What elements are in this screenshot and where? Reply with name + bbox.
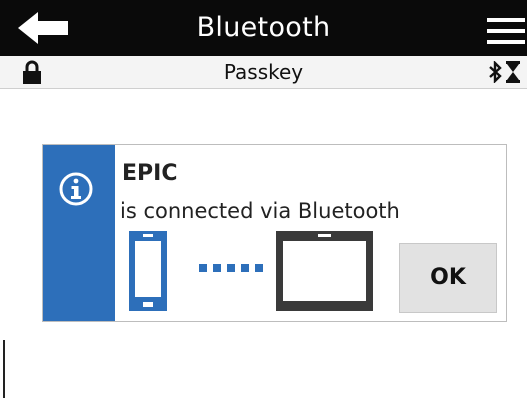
page-title: Bluetooth bbox=[196, 12, 331, 43]
left-edge-line bbox=[3, 340, 5, 398]
handheld-device-icon bbox=[129, 231, 167, 311]
connection-dots-icon bbox=[199, 264, 263, 272]
display-device-icon bbox=[276, 231, 373, 311]
connection-info-dialog: EPIC is connected via Bluetooth OK bbox=[42, 144, 507, 322]
hamburger-menu-icon[interactable] bbox=[483, 16, 527, 46]
status-title: Passkey bbox=[223, 60, 304, 84]
title-bar: Bluetooth bbox=[0, 0, 527, 56]
dialog-title: EPIC bbox=[122, 161, 178, 186]
status-bar: Passkey bbox=[0, 56, 527, 89]
dialog-message: is connected via Bluetooth bbox=[120, 199, 400, 223]
hourglass-icon bbox=[506, 61, 520, 83]
ok-button[interactable]: OK bbox=[399, 243, 497, 313]
dialog-accent-stripe bbox=[43, 145, 115, 321]
info-icon bbox=[59, 172, 93, 206]
bluetooth-icon bbox=[489, 61, 502, 83]
